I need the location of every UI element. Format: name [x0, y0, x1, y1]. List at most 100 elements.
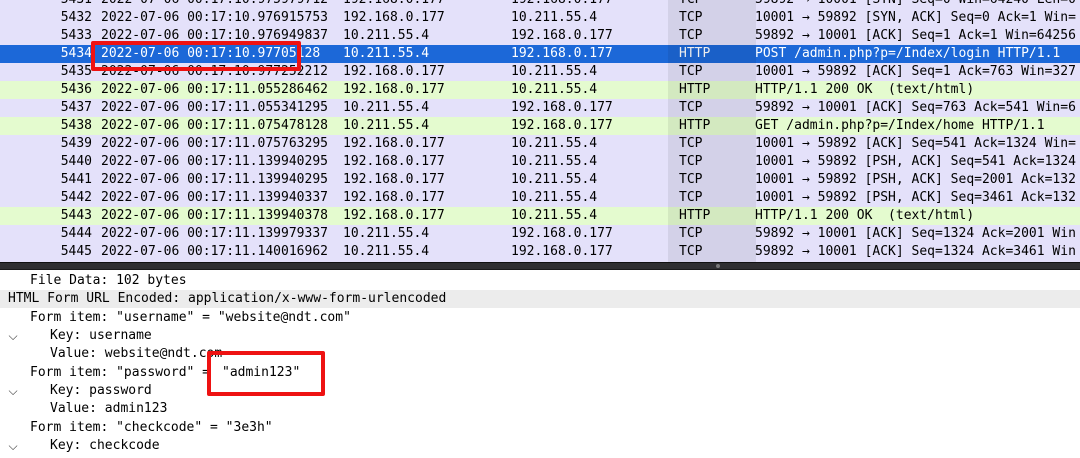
packet-cell-proto: HTTP [679, 208, 711, 223]
packet-cell-no: 5432 [60, 10, 92, 25]
packet-cell-no: 5437 [60, 100, 92, 115]
packet-cell-proto: TCP [679, 10, 703, 25]
form-item-label: Form item: "checkcode" = "3e3h" [30, 420, 273, 435]
packet-cell-time: 2022-07-06 00:17:11.075763295 [101, 136, 328, 151]
packet-cell-time: 2022-07-06 00:17:11.139979337 [101, 226, 328, 241]
form-item-value[interactable]: Value: admin123 [0, 400, 1080, 418]
packet-cell-info: 59892 → 10001 [ACK] Seq=763 Ack=541 Win=… [755, 100, 1076, 115]
packet-cell-src: 192.168.0.177 [343, 190, 445, 205]
packet-cell-dst: 192.168.0.177 [511, 100, 613, 115]
packet-cell-time: 2022-07-06 00:17:11.055286462 [101, 82, 328, 97]
packet-row[interactable]: 5438 2022-07-06 00:17:11.075478128 10.211.… [0, 117, 1080, 135]
packet-cell-dst: 10.211.55.4 [511, 190, 598, 205]
packet-cell-info: HTTP/1.1 200 OK (text/html) [755, 208, 975, 223]
packet-cell-no: 5433 [60, 28, 92, 43]
packet-cell-proto: TCP [679, 136, 703, 151]
form-item-value-text: Value: admin123 [50, 401, 168, 416]
packet-cell-time: 2022-07-06 00:17:11.139940337 [101, 190, 328, 205]
packet-cell-proto: TCP [679, 154, 703, 169]
packet-cell-info: 10001 → 59892 [PSH, ACK] Seq=2001 Ack=13… [755, 172, 1076, 187]
packet-row[interactable]: 5442 2022-07-06 00:17:11.139940337 192.168… [0, 189, 1080, 207]
file-data-line[interactable]: File Data: 102 bytes [0, 272, 1080, 290]
packet-cell-info: 59892 → 10001 [SYN] Seq=0 Win=64240 Len=… [755, 0, 1080, 9]
form-item-label: Form item: "password" = [30, 365, 218, 380]
packet-cell-info: 10001 → 59892 [SYN, ACK] Seq=0 Ack=1 Win… [755, 10, 1076, 25]
packet-cell-time: 2022-07-06 00:17:11.139940378 [101, 208, 328, 223]
packet-cell-src: 192.168.0.177 [343, 208, 445, 223]
packet-row[interactable]: 5435 2022-07-06 00:17:10.977252212 192.168… [0, 63, 1080, 81]
pane-splitter[interactable] [0, 262, 1080, 270]
form-item-checkcode[interactable]: ⌵ Form item: "checkcode" = "3e3h" [0, 419, 1080, 453]
packet-cell-proto: HTTP [679, 82, 711, 97]
packet-cell-no: 5440 [60, 154, 92, 169]
packet-cell-dst: 10.211.55.4 [511, 10, 598, 25]
form-item-password[interactable]: ⌵ Form item: "password" = "admin123" [0, 364, 1080, 398]
packet-row[interactable]: 5439 2022-07-06 00:17:11.075763295 192.168… [0, 135, 1080, 153]
packet-row-selected[interactable]: 5434 2022-07-06 00:17:10.97705128 10.211.5… [0, 45, 1080, 63]
packet-row[interactable]: 5437 2022-07-06 00:17:11.055341295 10.211.… [0, 99, 1080, 117]
form-item-key[interactable]: Key: username [0, 327, 1080, 345]
file-data-text: File Data: 102 bytes [30, 273, 187, 288]
packet-row[interactable]: 5445 2022-07-06 00:17:11.140016962 10.211.… [0, 243, 1080, 261]
packet-cell-no: 5438 [60, 118, 92, 133]
html-form-section[interactable]: HTML Form URL Encoded: application/x-www… [0, 290, 1080, 308]
packet-details-pane[interactable]: File Data: 102 bytes HTML Form URL Encod… [0, 270, 1080, 458]
splitter-handle[interactable] [716, 264, 720, 268]
packet-cell-no: 5434 [60, 46, 92, 61]
packet-row[interactable]: 5432 2022-07-06 00:17:10.976915753 192.168… [0, 9, 1080, 27]
form-item-key-text: Key: checkcode [50, 438, 160, 453]
packet-cell-proto: TCP [679, 100, 703, 115]
packet-cell-src: 10.211.55.4 [343, 244, 430, 259]
form-item-key-text: Key: username [50, 328, 152, 343]
packet-cell-no: 5441 [60, 172, 92, 187]
packet-cell-info: 10001 → 59892 [ACK] Seq=1 Ack=763 Win=32… [755, 64, 1076, 79]
packet-row[interactable]: 5431 2022-07-06 00:17:10.975979712 192.168… [0, 0, 1080, 9]
packet-cell-dst: 10.211.55.4 [511, 172, 598, 187]
packet-row[interactable]: 5433 2022-07-06 00:17:10.976949837 10.211.… [0, 27, 1080, 45]
packet-cell-src: 192.168.0.177 [343, 172, 445, 187]
packet-cell-src: 10.211.55.4 [343, 46, 430, 61]
packet-cell-info: 10001 → 59892 [PSH, ACK] Seq=541 Ack=132… [755, 154, 1076, 169]
packet-cell-info: POST /admin.php?p=/Index/login HTTP/1.1 [755, 46, 1061, 61]
packet-cell-dst: 192.168.0.177 [511, 226, 613, 241]
form-item-label: Form item: "username" = "website@ndt.com… [30, 310, 351, 325]
packet-row[interactable]: 5440 2022-07-06 00:17:11.139940295 192.168… [0, 153, 1080, 171]
form-item-key[interactable]: Key: password [0, 382, 1080, 400]
packet-cell-src: 10.211.55.4 [343, 226, 430, 241]
packet-cell-proto: HTTP [679, 118, 711, 133]
packet-cell-time: 2022-07-06 00:17:10.97705128 [101, 46, 321, 61]
form-item-value[interactable]: Value: website@ndt.com [0, 345, 1080, 363]
packet-cell-src: 192.168.0.177 [343, 154, 445, 169]
packet-cell-time: 2022-07-06 00:17:11.055341295 [101, 100, 328, 115]
form-item-key[interactable]: Key: checkcode [0, 437, 1080, 455]
packet-cell-src: 10.211.55.4 [343, 28, 430, 43]
packet-cell-time: 2022-07-06 00:17:11.139940295 [101, 154, 328, 169]
packet-cell-src: 192.168.0.177 [343, 10, 445, 25]
packet-cell-time: 2022-07-06 00:17:10.977252212 [101, 64, 328, 79]
packet-cell-no: 5442 [60, 190, 92, 205]
packet-cell-proto: TCP [679, 190, 703, 205]
packet-cell-src: 192.168.0.177 [343, 64, 445, 79]
packet-cell-dst: 10.211.55.4 [511, 82, 598, 97]
form-item-username[interactable]: ⌵ Form item: "username" = "website@ndt.c… [0, 309, 1080, 343]
packet-cell-proto: TCP [679, 172, 703, 187]
packet-cell-dst: 10.211.55.4 [511, 208, 598, 223]
packet-cell-info: GET /admin.php?p=/Index/home HTTP/1.1 [755, 118, 1045, 133]
packet-cell-src: 10.211.55.4 [343, 118, 430, 133]
packet-cell-time: 2022-07-06 00:17:11.075478128 [101, 118, 328, 133]
packet-cell-dst: 10.211.55.4 [511, 154, 598, 169]
packet-cell-dst: 192.168.0.177 [511, 244, 613, 259]
packet-row[interactable]: 5443 2022-07-06 00:17:11.139940378 192.168… [0, 207, 1080, 225]
packet-cell-dst: 10.211.55.4 [511, 136, 598, 151]
form-item-key-text: Key: password [50, 383, 152, 398]
packet-cell-no: 5436 [60, 82, 92, 97]
form-item-value-text: Value: website@ndt.com [50, 346, 223, 361]
packet-cell-info: 10001 → 59892 [PSH, ACK] Seq=3461 Ack=13… [755, 190, 1076, 205]
packet-cell-dst: 192.168.0.177 [511, 118, 613, 133]
packet-cell-dst: 10.211.55.4 [511, 64, 598, 79]
packet-cell-time: 2022-07-06 00:17:11.140016962 [101, 244, 328, 259]
packet-list[interactable]: 5431 2022-07-06 00:17:10.975979712 192.168… [0, 0, 1080, 262]
packet-row[interactable]: 5436 2022-07-06 00:17:11.055286462 192.168… [0, 81, 1080, 99]
packet-row[interactable]: 5441 2022-07-06 00:17:11.139940295 192.168… [0, 171, 1080, 189]
packet-row[interactable]: 5444 2022-07-06 00:17:11.139979337 10.211.… [0, 225, 1080, 243]
